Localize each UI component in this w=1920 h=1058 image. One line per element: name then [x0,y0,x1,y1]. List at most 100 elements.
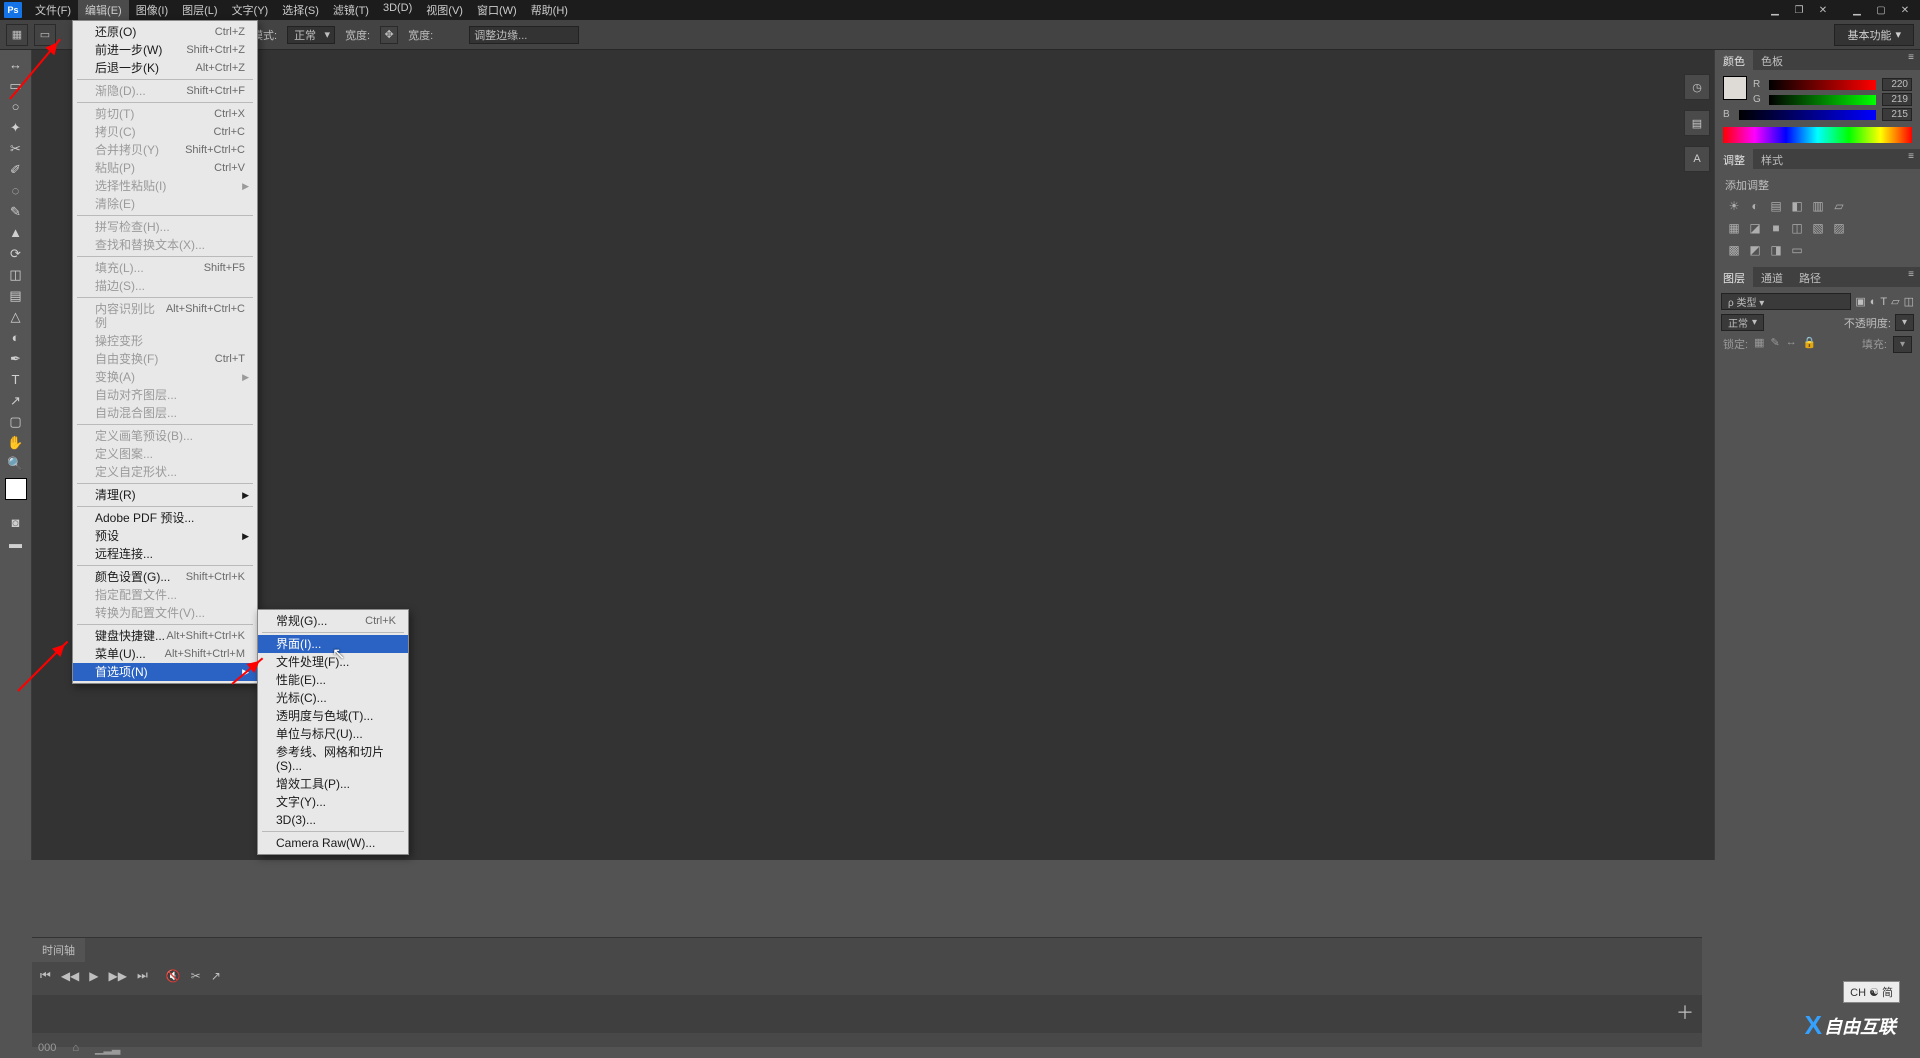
tool-渐变[interactable]: ▤ [3,285,29,306]
submenu-item-透明度与色域T[interactable]: 透明度与色域(T)... [258,707,408,725]
tool-缩放[interactable]: 🔍 [3,453,29,474]
tool-历史画笔[interactable]: ⟳ [3,243,29,264]
submenu-item-参考线、网格和切片S[interactable]: 参考线、网格和切片(S)... [258,743,408,775]
tab-paths[interactable]: 路径 [1791,267,1829,287]
menu-帮助[interactable]: 帮助(H) [524,0,575,20]
tool-魔棒[interactable]: ✦ [3,117,29,138]
tool-钢笔[interactable]: ✒ [3,348,29,369]
mode-select[interactable]: 正常 [287,26,335,44]
window-close-icon[interactable]: ✕ [1894,2,1916,18]
slider-value-R[interactable]: 220 [1882,78,1912,91]
window-max-icon[interactable]: ▢ [1870,2,1892,18]
tool-画笔[interactable]: ✎ [3,201,29,222]
panel-menu-icon[interactable]: ≡ [1902,50,1920,70]
menu-item-颜色设置G[interactable]: 颜色设置(G)...Shift+Ctrl+K [73,568,257,586]
play-icon[interactable]: ▶ [89,969,98,983]
timeline-track[interactable] [32,995,1702,1033]
ime-indicator[interactable]: CH ☯ 简 [1843,981,1900,1003]
goto-first-icon[interactable]: ⏮ [40,968,51,983]
tool-文字[interactable]: T [3,369,29,390]
fg-bg-swatch[interactable] [5,478,27,500]
slider-value-G[interactable]: 219 [1882,93,1912,106]
lock-pixel-icon[interactable]: ✎ [1770,336,1779,353]
menu-item-预设[interactable]: 预设 [73,527,257,545]
screenmode-icon[interactable]: ▬ [3,533,29,554]
blend-mode-select[interactable]: 正常 ▾ [1721,314,1764,331]
menu-item-菜单U[interactable]: 菜单(U)...Alt+Shift+Ctrl+M [73,645,257,663]
menu-item-还原O[interactable]: 还原(O)Ctrl+Z [73,23,257,41]
tool-修复[interactable]: ◌ [3,180,29,201]
tool-吸管[interactable]: ✐ [3,159,29,180]
scissors-icon[interactable]: ✂ [191,969,201,983]
refine-edge-button[interactable]: 调整边缘... [469,26,579,44]
tool-减淡[interactable]: ◐ [3,327,29,348]
menu-item-键盘快捷键[interactable]: 键盘快捷键...Alt+Shift+Ctrl+K [73,627,257,645]
submenu-item-光标C[interactable]: 光标(C)... [258,689,408,707]
menu-item-首选项N[interactable]: 首选项(N) [73,663,257,681]
tool-形状[interactable]: ▢ [3,411,29,432]
dock-properties-icon[interactable]: ▤ [1684,110,1710,136]
menu-item-远程连接[interactable]: 远程连接... [73,545,257,563]
layer-filter-select[interactable]: ρ 类型 ▾ [1721,293,1851,310]
slider-value-B[interactable]: 215 [1882,108,1912,121]
menu-选择[interactable]: 选择(S) [275,0,326,20]
lock-pos-icon[interactable]: ↔ [1786,336,1797,353]
inner-min-icon[interactable]: ▁ [1764,2,1786,18]
window-min-icon[interactable]: ▁ [1846,2,1868,18]
submenu-item-Camera RawW[interactable]: Camera Raw(W)... [258,834,408,852]
dock-character-icon[interactable]: A [1684,146,1710,172]
tool-移动[interactable]: ↔ [3,54,29,75]
slider-B[interactable] [1739,110,1876,120]
tool-模糊[interactable]: △ [3,306,29,327]
tab-channels[interactable]: 通道 [1753,267,1791,287]
tab-color[interactable]: 颜色 [1715,50,1753,70]
slider-R[interactable] [1769,80,1876,90]
prev-frame-icon[interactable]: ◀◀ [61,969,79,983]
tool-图章[interactable]: ▲ [3,222,29,243]
menu-图层[interactable]: 图层(L) [175,0,224,20]
spectrum-strip[interactable] [1723,127,1912,143]
tool-抓手[interactable]: ✋ [3,432,29,453]
panel-menu-icon[interactable]: ≡ [1902,267,1920,287]
tab-adjustments[interactable]: 调整 [1715,149,1753,169]
menu-3D[interactable]: 3D(D) [376,0,419,20]
menu-视图[interactable]: 视图(V) [419,0,470,20]
lock-all-icon[interactable]: 🔒 [1803,336,1817,353]
menu-item-后退一步K[interactable]: 后退一步(K)Alt+Ctrl+Z [73,59,257,77]
crosshair-icon[interactable]: ✥ [380,26,398,44]
tool-橡皮[interactable]: ◫ [3,264,29,285]
lock-trans-icon[interactable]: ▦ [1754,336,1764,353]
menu-item-清理R[interactable]: 清理(R) [73,486,257,504]
submenu-item-常规G[interactable]: 常规(G)...Ctrl+K [258,612,408,630]
tab-layers[interactable]: 图层 [1715,267,1753,287]
tool-路径[interactable]: ↗ [3,390,29,411]
inner-restore-icon[interactable]: ❐ [1788,2,1810,18]
foreground-swatch[interactable] [1723,76,1747,100]
menu-item-Adobe PDF 预设[interactable]: Adobe PDF 预设... [73,509,257,527]
quickmask-icon[interactable]: ◙ [3,512,29,533]
timeline-tab[interactable]: 时间轴 [32,938,85,962]
next-frame-icon[interactable]: ▶▶ [109,969,127,983]
menu-文字[interactable]: 文字(Y) [225,0,276,20]
dock-history-icon[interactable]: ◷ [1684,74,1710,100]
transition-icon[interactable]: ↗ [211,969,221,983]
menu-窗口[interactable]: 窗口(W) [470,0,524,20]
submenu-item-增效工具P[interactable]: 增效工具(P)... [258,775,408,793]
submenu-item-单位与标尺U[interactable]: 单位与标尺(U)... [258,725,408,743]
add-media-button[interactable]: ＋ [1676,999,1694,1025]
menu-编辑[interactable]: 编辑(E) [78,0,129,20]
inner-close-icon[interactable]: ✕ [1812,2,1834,18]
tool-裁剪[interactable]: ✂ [3,138,29,159]
goto-last-icon[interactable]: ⏭ [137,968,148,983]
slider-G[interactable] [1769,95,1876,105]
submenu-item-性能E[interactable]: 性能(E)... [258,671,408,689]
opacity-field[interactable]: ▾ [1895,314,1914,331]
tool-preset-icon[interactable]: ▦ [6,24,28,46]
tab-styles[interactable]: 样式 [1753,149,1791,169]
submenu-item-3D3[interactable]: 3D(3)... [258,811,408,829]
audio-icon[interactable]: 🔇 [166,969,181,983]
menu-文件[interactable]: 文件(F) [28,0,78,20]
timeline-zoom[interactable]: ▁▂▃ [95,1042,120,1055]
menu-滤镜[interactable]: 滤镜(T) [326,0,376,20]
panel-menu-icon[interactable]: ≡ [1902,149,1920,169]
